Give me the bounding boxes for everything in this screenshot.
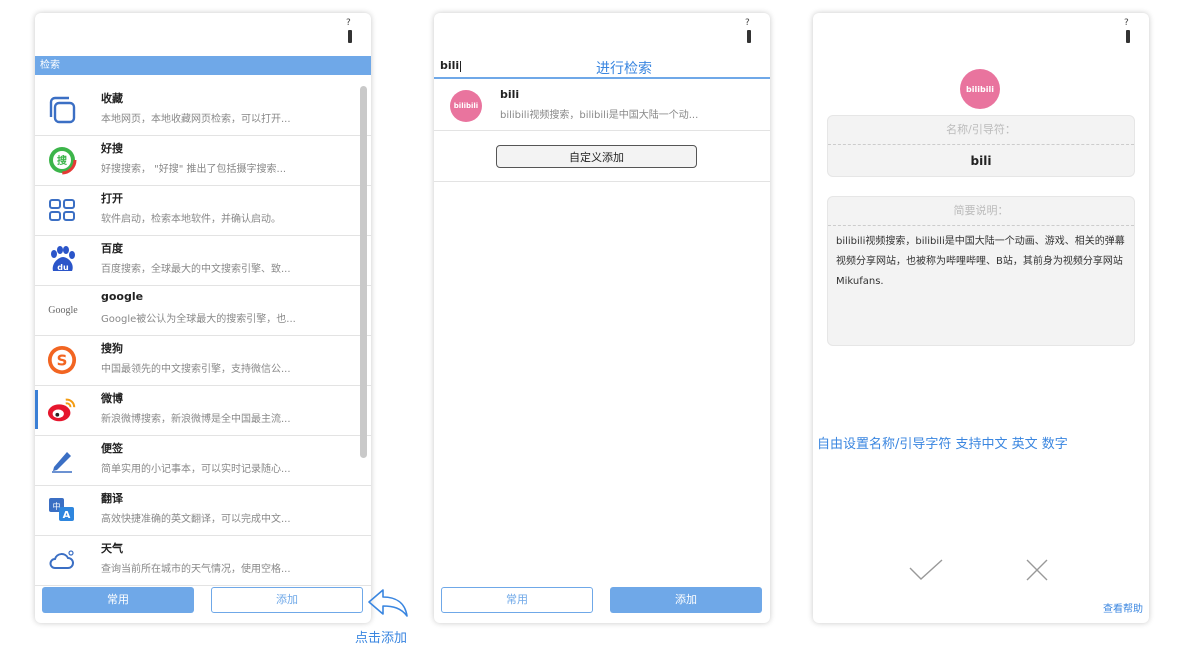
back-arrow-icon xyxy=(367,586,411,626)
item-desc: 软件启动，检索本地软件，并确认启动。 xyxy=(101,214,281,225)
desc-label: 简要说明： xyxy=(828,197,1134,226)
result-title: bili xyxy=(500,88,520,101)
item-desc: 百度搜索，全球最大的中文搜索引擎、致... xyxy=(101,264,291,275)
plugin-list-panel: ? 检索 收藏 本地网页，本地收藏网页检索，可以打开... 搜 好搜 好搜搜索，… xyxy=(35,13,371,623)
list-item[interactable]: 搜 好搜 好搜搜索， "好搜" 推出了包括摄字搜索... xyxy=(35,136,371,186)
list-item[interactable]: 便签 简单实用的小记事本，可以实时记录随心... xyxy=(35,436,371,486)
confirm-check-icon[interactable] xyxy=(908,558,944,586)
name-field[interactable]: 名称/引导符： bili xyxy=(827,115,1135,177)
list-item[interactable]: 微博 新浪微博搜索，新浪微博是全中国最主流... xyxy=(35,386,371,436)
bilibili-logo-icon: bilibili xyxy=(450,90,482,122)
info-icon[interactable]: ? xyxy=(744,19,754,43)
grid-icon xyxy=(47,195,77,225)
translate-icon: 中A xyxy=(47,495,77,525)
feature-caption: 自由设置名称/引导字符 支持中文 英文 数字 xyxy=(817,437,1068,452)
name-label: 名称/引导符： xyxy=(828,116,1134,145)
google-logo-icon: Google xyxy=(48,304,78,316)
haosou-icon: 搜 xyxy=(47,145,77,175)
list-item[interactable]: Google google Google被公认为全球最大的搜索引擎，也... xyxy=(35,286,371,336)
item-title: 好搜 xyxy=(101,142,123,155)
search-underline xyxy=(434,77,770,79)
svg-text:搜: 搜 xyxy=(57,154,68,167)
item-desc: 中国最领先的中文搜索引擎，支持微信公... xyxy=(101,364,291,375)
info-icon[interactable]: ? xyxy=(345,19,355,43)
bilibili-logo-icon: bilibili xyxy=(960,69,1000,109)
search-hint: 进行检索 xyxy=(596,61,652,77)
help-link[interactable]: 查看帮助 xyxy=(1103,600,1143,615)
section-header: 检索 xyxy=(35,56,371,75)
weibo-icon xyxy=(47,395,77,425)
item-desc: 简单实用的小记事本，可以实时记录随心... xyxy=(101,464,291,475)
item-title: 收藏 xyxy=(101,92,123,105)
scrollbar[interactable] xyxy=(360,86,367,458)
edit-panel: ? bilibili 名称/引导符： bili 简要说明： bilibili视频… xyxy=(813,13,1149,623)
result-desc: bilibili视频搜索，bilibili是中国大陆一个动... xyxy=(500,110,699,121)
custom-add-button[interactable]: 自定义添加 xyxy=(496,145,697,168)
list-item[interactable]: 打开 软件启动，检索本地软件，并确认启动。 xyxy=(35,186,371,236)
search-input[interactable]: bili xyxy=(440,59,462,72)
item-title: 搜狗 xyxy=(101,342,123,355)
svg-text:du: du xyxy=(57,263,69,272)
cloud-icon xyxy=(47,545,77,575)
list-item[interactable]: du 百度 百度搜索，全球最大的中文搜索引擎、致... xyxy=(35,236,371,286)
list-item[interactable]: 中A 翻译 高效快捷准确的英文翻译，可以完成中文... xyxy=(35,486,371,536)
item-desc: 查询当前所在城市的天气情况，使用空格... xyxy=(101,564,291,575)
item-title: 便签 xyxy=(101,442,123,455)
item-desc: 新浪微博搜索，新浪微博是全中国最主流... xyxy=(101,414,291,425)
add-button[interactable]: 添加 xyxy=(610,587,762,613)
item-desc: 好搜搜索， "好搜" 推出了包括摄字搜索... xyxy=(101,164,287,175)
description-field[interactable]: 简要说明： bilibili视频搜索，bilibili是中国大陆一个动画、游戏、… xyxy=(827,196,1135,346)
baidu-paw-icon: du xyxy=(47,245,77,275)
divider xyxy=(434,181,770,182)
item-title: 百度 xyxy=(101,242,123,255)
sogou-icon: S xyxy=(47,345,77,375)
item-desc: 高效快捷准确的英文翻译，可以完成中文... xyxy=(101,514,291,525)
search-result[interactable]: bilibili bili bilibili视频搜索，bilibili是中国大陆… xyxy=(434,82,770,131)
plugin-list: 收藏 本地网页，本地收藏网页检索，可以打开... 搜 好搜 好搜搜索， "好搜"… xyxy=(35,86,371,586)
close-icon[interactable] xyxy=(1025,558,1049,586)
bookmark-icon xyxy=(47,95,77,125)
pen-icon xyxy=(47,445,77,475)
svg-text:S: S xyxy=(57,352,68,370)
item-title: 微博 xyxy=(101,392,123,405)
list-item[interactable]: 收藏 本地网页，本地收藏网页检索，可以打开... xyxy=(35,86,371,136)
item-title: 打开 xyxy=(101,192,123,205)
desc-value[interactable]: bilibili视频搜索，bilibili是中国大陆一个动画、游戏、相关的弹幕视… xyxy=(828,226,1134,298)
list-item[interactable]: S 搜狗 中国最领先的中文搜索引擎，支持微信公... xyxy=(35,336,371,386)
item-title: 翻译 xyxy=(101,492,123,505)
annotation-text: 点击添加 xyxy=(355,631,408,646)
item-desc: Google被公认为全球最大的搜索引擎，也... xyxy=(101,314,296,325)
search-panel: ? bili 进行检索 bilibili bili bilibili视频搜索，b… xyxy=(434,13,770,623)
item-title: google xyxy=(101,290,144,303)
common-button[interactable]: 常用 xyxy=(441,587,593,613)
add-button[interactable]: 添加 xyxy=(211,587,363,613)
svg-text:A: A xyxy=(63,510,71,521)
name-value[interactable]: bili xyxy=(828,145,1134,177)
common-button[interactable]: 常用 xyxy=(42,587,194,613)
text-caret xyxy=(460,60,462,72)
info-icon[interactable]: ? xyxy=(1123,19,1133,43)
item-title: 天气 xyxy=(101,542,123,555)
item-desc: 本地网页，本地收藏网页检索，可以打开... xyxy=(101,114,291,125)
list-item[interactable]: 天气 查询当前所在城市的天气情况，使用空格... xyxy=(35,536,371,586)
